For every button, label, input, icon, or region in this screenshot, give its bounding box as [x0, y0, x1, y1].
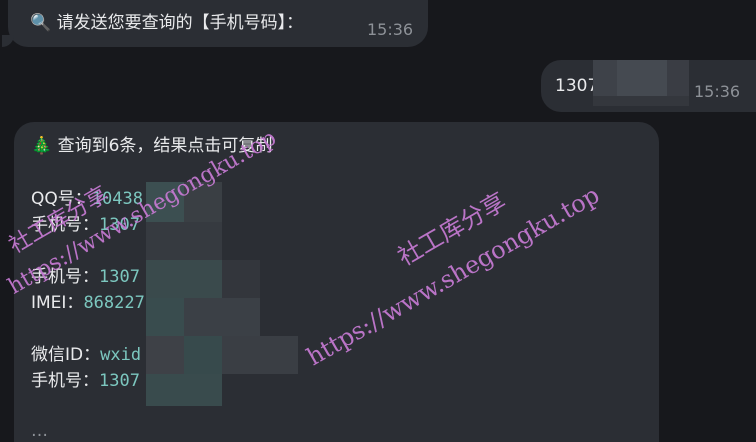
mosaic-block	[184, 336, 222, 374]
mosaic-block	[593, 96, 689, 106]
reply-text: 1307	[555, 76, 599, 96]
row-value-copyable[interactable]: 1307	[99, 371, 140, 391]
mosaic-block	[184, 298, 260, 336]
result-row: IMEI：868227	[31, 292, 145, 314]
prompt-text: 请发送您要查询的【手机号码】：	[56, 13, 304, 33]
row-value-copyable[interactable]: 868227	[83, 293, 144, 313]
message-timestamp: 15:36	[367, 20, 414, 39]
mosaic-block	[617, 60, 667, 96]
mosaic-block	[146, 374, 222, 406]
truncated-row: …	[31, 421, 48, 441]
mosaic-block	[593, 60, 617, 96]
bot-message-prompt: 🔍 请发送您要查询的【手机号码】： 15:36	[2, 0, 428, 47]
christmas-tree-icon: 🎄	[31, 136, 53, 156]
row-value-copyable[interactable]: wxid	[100, 345, 141, 365]
mosaic-block	[222, 260, 260, 298]
user-message-reply: 1307 15:36	[541, 60, 756, 112]
mosaic-block	[146, 260, 222, 298]
result-row: 微信ID：wxid	[31, 344, 141, 366]
row-label: 微信ID：	[31, 345, 101, 365]
message-timestamp: 15:36	[694, 82, 741, 101]
prompt-line: 🔍 请发送您要查询的【手机号码】：	[30, 13, 303, 33]
mosaic-block	[146, 336, 184, 374]
mosaic-block	[146, 298, 184, 336]
magnifier-icon: 🔍	[30, 13, 52, 33]
mosaic-block	[146, 222, 222, 260]
row-label: IMEI：	[31, 293, 84, 313]
row-label: 手机号：	[31, 371, 99, 391]
result-row: 手机号：1307	[31, 370, 140, 392]
row-value-copyable[interactable]: 1307	[99, 267, 140, 287]
mosaic-block	[222, 336, 298, 374]
bubble-tail	[2, 35, 14, 47]
bot-message-result: 🎄 查询到6条，结果点击可复制 QQ号：10438 手机号：1307 手机号：1…	[14, 122, 659, 442]
